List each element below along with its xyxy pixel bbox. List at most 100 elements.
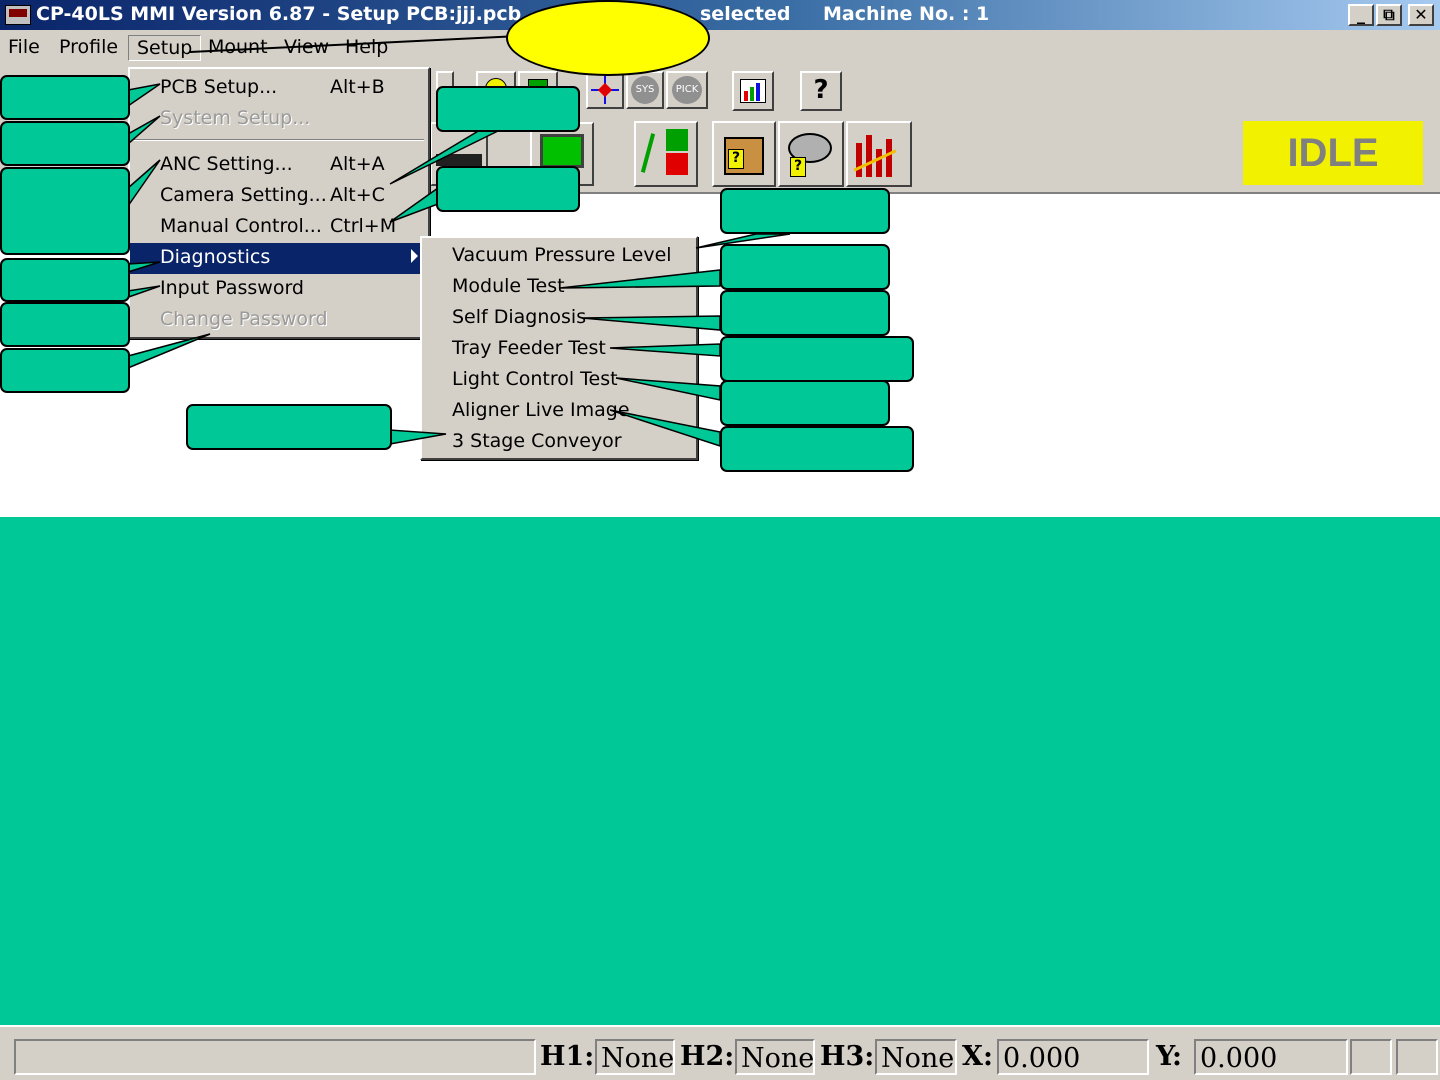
menu-mount[interactable]: Mount (208, 36, 268, 58)
menu-help[interactable]: Help (345, 36, 388, 58)
menu-item-shortcut: Alt+B (330, 76, 385, 98)
x-label: X: (962, 1041, 993, 1072)
callout-box-anc-setting (0, 167, 130, 255)
menu-item-light-control-test[interactable]: Light Control Test (422, 365, 696, 396)
menu-item-shortcut: Ctrl+M (330, 215, 397, 237)
parts-box-icon[interactable]: ? (712, 121, 776, 187)
h3-label: H3: (820, 1041, 875, 1072)
menu-item-system-setup: System Setup... (130, 104, 428, 135)
menu-setup[interactable]: Setup (128, 35, 202, 61)
menu-item-label: Aligner Live Image (452, 399, 630, 421)
menu-item-change-password: Change Password (130, 305, 428, 336)
callout-box-module-test (720, 244, 890, 290)
status-indicator: IDLE (1243, 121, 1423, 185)
menu-item-camera-setting[interactable]: Camera Setting... Alt+C (130, 181, 428, 212)
menu-item-label: Tray Feeder Test (452, 337, 606, 359)
status-bar: H1: None H2: None H3: None X: 0.000 Y: 0… (0, 1025, 1440, 1080)
tape-reel-icon[interactable]: ? (778, 121, 844, 187)
y-label: Y: (1156, 1041, 1182, 1072)
h2-value: None (741, 1043, 815, 1074)
menu-item-label: Manual Control... (160, 215, 322, 237)
io-test-icon[interactable] (634, 121, 698, 187)
sys-icon[interactable]: SYS (626, 71, 664, 109)
x-value-box: 0.000 (997, 1039, 1149, 1075)
x-value: 0.000 (1003, 1043, 1081, 1074)
h3-value-box: None (875, 1039, 957, 1075)
callout-box-conveyor (186, 404, 392, 450)
callout-box-diagnostics (0, 258, 130, 302)
menu-profile[interactable]: Profile (59, 36, 118, 58)
menu-item-manual-control[interactable]: Manual Control... Ctrl+M (130, 212, 428, 243)
menu-item-label: 3 Stage Conveyor (452, 430, 622, 452)
minimize-button[interactable]: _ (1348, 4, 1374, 26)
menu-item-label: ANC Setting... (160, 153, 293, 175)
submenu-arrow-icon (411, 249, 418, 263)
callout-box-tray-feeder (720, 336, 914, 382)
menu-bar: File Profile Setup Mount View Help (0, 30, 1440, 66)
callout-box-pcb-setup (0, 75, 130, 120)
h1-label: H1: (540, 1041, 595, 1072)
menu-item-tray-feeder-test[interactable]: Tray Feeder Test (422, 334, 696, 365)
callout-box-self-diagnosis (720, 290, 890, 336)
menu-item-label: Light Control Test (452, 368, 618, 390)
menu-item-anc-setting[interactable]: ANC Setting... Alt+A (130, 150, 428, 181)
menu-item-shortcut: Alt+C (330, 184, 385, 206)
status-message-pane (14, 1039, 536, 1075)
menu-item-self-diagnosis[interactable]: Self Diagnosis (422, 303, 696, 334)
menu-item-label: System Setup... (160, 107, 311, 129)
status-pane-extra-1 (1350, 1039, 1392, 1075)
menu-item-shortcut: Alt+A (330, 153, 385, 175)
close-button[interactable]: ✕ (1408, 4, 1434, 26)
leader-change-password (127, 333, 211, 370)
callout-box-input-password (0, 302, 130, 347)
menu-item-label: Camera Setting... (160, 184, 327, 206)
h1-value-box: None (595, 1039, 675, 1075)
machine-number: Machine No. : 1 (823, 3, 990, 25)
callout-box-aligner (720, 426, 914, 472)
window-title-status: selected (700, 3, 791, 25)
crosshair-icon[interactable] (586, 71, 624, 109)
menu-item-label: Self Diagnosis (452, 306, 587, 328)
menu-item-label: Change Password (160, 308, 328, 330)
menu-item-label: Diagnostics (160, 246, 271, 268)
callout-box-light-control (720, 380, 890, 426)
y-value: 0.000 (1200, 1043, 1278, 1074)
title-bar: CP-40LS MMI Version 6.87 - Setup PCB:jjj… (0, 0, 1440, 30)
menu-item-pcb-setup[interactable]: PCB Setup... Alt+B (130, 73, 428, 104)
menu-item-vacuum-pressure-level[interactable]: Vacuum Pressure Level (422, 241, 696, 272)
menu-file[interactable]: File (8, 36, 40, 58)
callout-box-change-password (0, 348, 130, 393)
menu-item-label: Vacuum Pressure Level (452, 244, 672, 266)
h1-value: None (601, 1043, 675, 1074)
callout-box-system-setup (0, 121, 130, 166)
menu-item-aligner-live-image[interactable]: Aligner Live Image (422, 396, 696, 427)
menu-item-input-password[interactable]: Input Password (130, 274, 428, 305)
restore-button[interactable]: ⧉ (1376, 4, 1402, 26)
app-icon[interactable] (5, 5, 31, 25)
status-pane-extra-2 (1396, 1039, 1438, 1075)
teal-panel (0, 517, 1440, 1025)
diagnostics-submenu: Vacuum Pressure Level Module Test Self D… (420, 236, 698, 460)
callout-box-camera-setting (436, 86, 580, 132)
callout-oval (506, 0, 710, 76)
callout-box-vacuum (720, 188, 890, 234)
h2-value-box: None (735, 1039, 815, 1075)
menu-view[interactable]: View (284, 36, 329, 58)
menu-item-diagnostics[interactable]: Diagnostics (130, 243, 428, 274)
menu-item-label: PCB Setup... (160, 76, 278, 98)
h3-value: None (881, 1043, 955, 1074)
window-title: CP-40LS MMI Version 6.87 - Setup PCB:jjj… (36, 3, 522, 25)
callout-box-manual-control (436, 166, 580, 212)
h2-label: H2: (680, 1041, 735, 1072)
chart-image-icon[interactable] (732, 71, 774, 111)
menu-item-3-stage-conveyor[interactable]: 3 Stage Conveyor (422, 427, 696, 458)
help-icon[interactable]: ? (800, 71, 842, 111)
y-value-box: 0.000 (1194, 1039, 1348, 1075)
menu-item-label: Input Password (160, 277, 304, 299)
menu-item-module-test[interactable]: Module Test (422, 272, 696, 303)
pick-icon[interactable]: PICK (666, 71, 708, 109)
setup-menu: PCB Setup... Alt+B System Setup... ANC S… (128, 67, 430, 339)
menu-item-label: Module Test (452, 275, 565, 297)
statistics-chart-icon[interactable] (846, 121, 912, 187)
menu-separator (134, 139, 424, 141)
